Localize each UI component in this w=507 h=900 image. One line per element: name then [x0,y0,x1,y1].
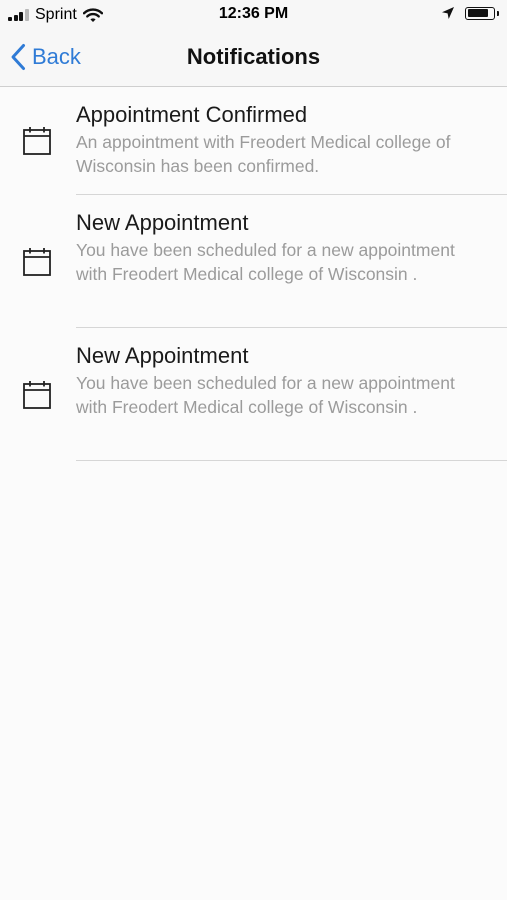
calendar-icon [23,247,51,276]
notification-title: Appointment Confirmed [76,102,308,127]
page-title: Notifications [186,44,321,69]
notification-title: New Appointment [76,343,249,368]
calendar-icon [23,380,51,409]
notification-list: Appointment Confirmed An appointment wit… [0,87,507,461]
notification-body: You have been scheduled for a new appoin… [76,240,455,284]
notification-title: New Appointment [76,210,249,235]
battery-tip [496,10,499,16]
status-bar: Sprint 12:36 PM [0,0,507,30]
location-arrow-icon [442,7,454,19]
notification-item[interactable]: New Appointment You have been scheduled … [0,195,507,328]
notification-body: An appointment with Freodert Medical col… [76,132,451,176]
status-time: 12:36 PM [218,5,289,22]
notification-body: You have been scheduled for a new appoin… [76,373,455,417]
notification-item[interactable]: New Appointment You have been scheduled … [0,328,507,461]
notification-item[interactable]: Appointment Confirmed An appointment wit… [0,87,507,195]
calendar-icon [23,127,51,155]
battery-icon [465,6,499,20]
right-status [441,6,499,20]
divider [76,460,507,461]
battery-level [467,9,489,17]
navigation-bar: Back Notifications [0,30,507,87]
